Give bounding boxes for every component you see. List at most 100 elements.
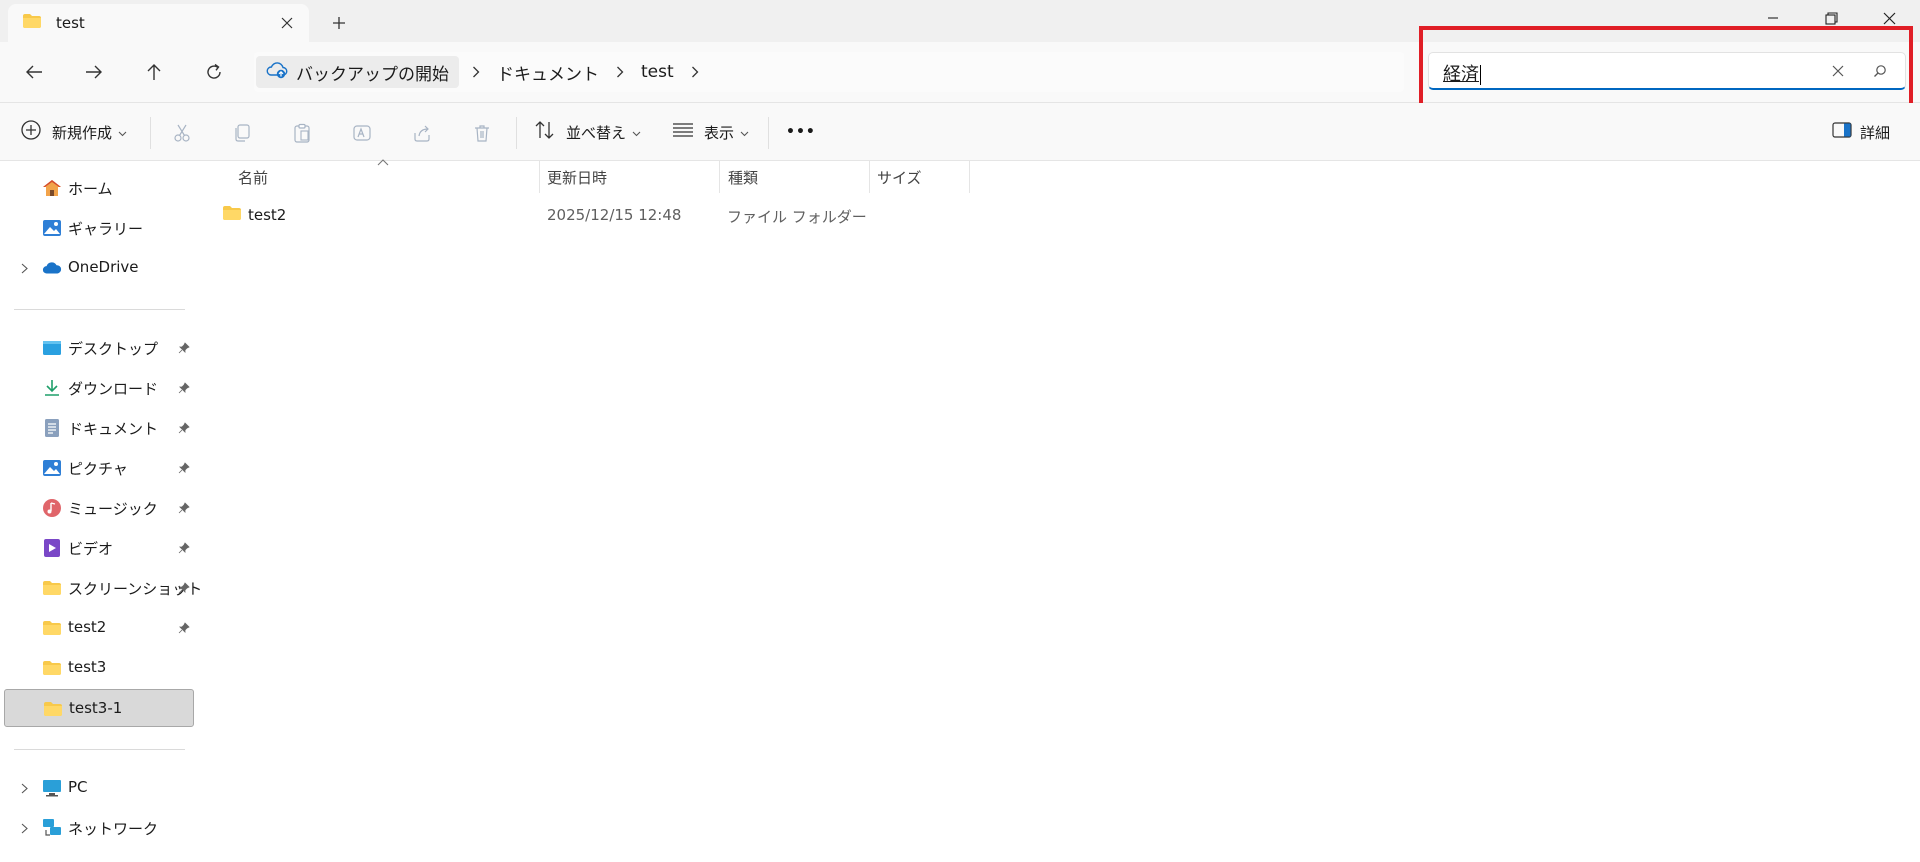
column-divider[interactable] <box>869 161 870 193</box>
pin-icon[interactable] <box>176 460 192 476</box>
sidebar-item-test2[interactable]: test2 <box>4 609 194 647</box>
sort-label: 並べ替え <box>566 123 627 142</box>
paste-icon[interactable] <box>286 117 318 149</box>
sidebar-item-pictures[interactable]: ピクチャ <box>4 449 194 487</box>
view-label: 表示 <box>704 123 735 142</box>
sidebar-item-label: ホーム <box>68 180 113 198</box>
navigation-pane: ホーム ギャラリー OneDrive デスクトップ ダウンロード ドキュメント … <box>0 161 202 862</box>
column-divider[interactable] <box>539 161 540 193</box>
more-icon: ••• <box>786 124 816 140</box>
delete-icon[interactable] <box>466 117 498 149</box>
sidebar-item-label: OneDrive <box>68 258 139 276</box>
table-row[interactable]: test2 2025/12/15 12:48 ファイル フォルダー <box>196 199 1920 231</box>
column-divider[interactable] <box>969 161 970 193</box>
breadcrumb-item-test[interactable]: test <box>637 62 678 82</box>
tab-test[interactable]: test <box>8 4 309 42</box>
sidebar-item-onedrive[interactable]: OneDrive <box>4 249 194 287</box>
sort-button[interactable]: 並べ替え <box>534 115 641 149</box>
sidebar-item-documents[interactable]: ドキュメント <box>4 409 194 447</box>
desktop-icon <box>42 338 62 358</box>
chevron-right-icon[interactable] <box>603 66 637 78</box>
sidebar-item-music[interactable]: ミュージック <box>4 489 194 527</box>
file-list: 名前 更新日時 種類 サイズ test2 2025/12/15 12:48 ファ… <box>196 159 1920 862</box>
sidebar-item-network[interactable]: ネットワーク <box>4 809 194 847</box>
column-header-size[interactable]: サイズ <box>877 161 922 193</box>
divider <box>14 309 185 310</box>
sidebar-item-videos[interactable]: ビデオ <box>4 529 194 567</box>
file-name[interactable]: test2 <box>248 206 286 224</box>
folder-icon <box>222 205 242 225</box>
refresh-icon[interactable] <box>196 54 232 90</box>
divider <box>14 749 185 750</box>
pin-icon[interactable] <box>176 500 192 516</box>
sort-icon <box>534 120 556 144</box>
sidebar-item-label: ダウンロード <box>68 380 159 398</box>
pc-icon <box>42 778 62 798</box>
up-arrow-icon[interactable] <box>136 54 172 90</box>
sidebar-item-label: test3 <box>68 658 107 676</box>
plus-icon[interactable] <box>326 10 352 36</box>
sidebar-item-label: test2 <box>68 618 107 636</box>
column-header-type[interactable]: 種類 <box>728 161 758 193</box>
breadcrumb-item-documents[interactable]: ドキュメント <box>493 60 603 85</box>
breadcrumb[interactable]: バックアップの開始 ドキュメント test <box>254 52 1404 92</box>
sidebar-item-test3[interactable]: test3 <box>4 649 194 687</box>
chevron-right-icon[interactable] <box>16 780 32 796</box>
view-list-icon <box>672 121 694 143</box>
column-header-modified[interactable]: 更新日時 <box>547 161 607 193</box>
folder-icon <box>22 13 42 33</box>
chevron-right-icon[interactable] <box>16 260 32 276</box>
sidebar-item-label: PC <box>68 778 88 796</box>
backup-button[interactable]: バックアップの開始 <box>256 56 459 88</box>
pin-icon[interactable] <box>176 380 192 396</box>
tab-title: test <box>56 14 85 32</box>
column-header-name[interactable]: 名前 <box>238 161 268 193</box>
sidebar-item-downloads[interactable]: ダウンロード <box>4 369 194 407</box>
file-modified: 2025/12/15 12:48 <box>547 206 682 224</box>
sidebar-item-label: ピクチャ <box>68 460 128 478</box>
copy-icon[interactable] <box>226 117 258 149</box>
chevron-right-icon[interactable] <box>16 820 32 836</box>
rename-icon[interactable] <box>346 117 378 149</box>
folder-icon <box>43 699 63 719</box>
close-tab-icon[interactable] <box>277 13 297 33</box>
folder-icon <box>42 618 62 638</box>
home-icon <box>42 178 62 198</box>
view-button[interactable]: 表示 <box>672 115 749 149</box>
pin-icon[interactable] <box>176 420 192 436</box>
onedrive-icon <box>42 258 62 278</box>
backup-label: バックアップの開始 <box>296 64 449 85</box>
forward-arrow-icon[interactable] <box>76 54 112 90</box>
back-arrow-icon[interactable] <box>16 54 52 90</box>
pin-icon[interactable] <box>176 620 192 636</box>
sidebar-item-gallery[interactable]: ギャラリー <box>4 209 194 247</box>
new-button[interactable]: 新規作成 <box>20 115 127 149</box>
command-bar: 新規作成 並べ替え 表示 ••• 詳細 <box>0 103 1920 161</box>
sidebar-item-screenshots[interactable]: スクリーンショット <box>4 569 202 607</box>
divider <box>516 117 517 149</box>
search-highlight-box <box>1419 26 1913 110</box>
chevron-right-icon[interactable] <box>678 66 712 78</box>
sidebar-item-pc[interactable]: PC <box>4 769 194 807</box>
sidebar-item-desktop[interactable]: デスクトップ <box>4 329 194 367</box>
pin-icon[interactable] <box>176 540 192 556</box>
more-options-button[interactable]: ••• <box>786 115 816 149</box>
column-divider[interactable] <box>719 161 720 193</box>
sidebar-item-label: ミュージック <box>68 500 158 518</box>
details-pane-button[interactable]: 詳細 <box>1832 115 1890 149</box>
sidebar-item-home[interactable]: ホーム <box>4 169 194 207</box>
divider <box>150 117 151 149</box>
chevron-right-icon[interactable] <box>459 66 493 78</box>
pin-icon[interactable] <box>176 580 192 596</box>
music-icon <box>42 498 62 518</box>
document-icon <box>42 418 62 438</box>
pin-icon[interactable] <box>176 340 192 356</box>
cut-icon[interactable] <box>166 117 198 149</box>
chevron-down-icon <box>118 123 127 141</box>
chevron-down-icon <box>740 123 749 141</box>
sidebar-item-label: ビデオ <box>68 540 114 558</box>
share-icon[interactable] <box>406 117 438 149</box>
sidebar-item-test3-1[interactable]: test3-1 <box>4 689 194 727</box>
plus-circle-icon <box>20 119 42 145</box>
gallery-icon <box>42 218 62 238</box>
